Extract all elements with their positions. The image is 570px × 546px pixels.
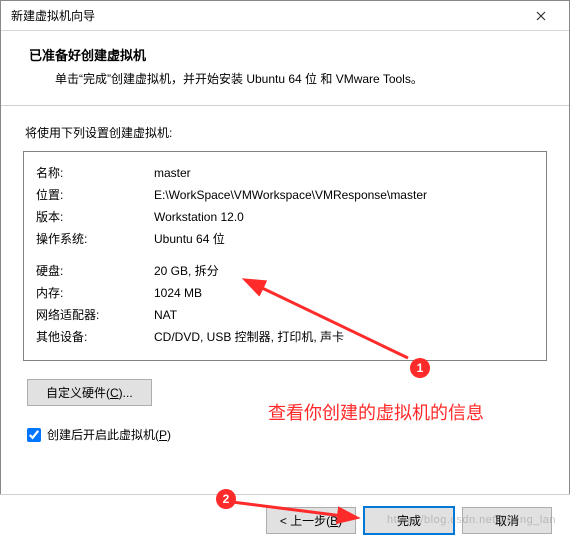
back-button[interactable]: < 上一步(B) (266, 507, 356, 534)
prop-value: CD/DVD, USB 控制器, 打印机, 声卡 (154, 326, 534, 348)
wizard-subheading: 单击“完成”创建虚拟机，并开始安装 Ubuntu 64 位 和 VMware T… (29, 70, 549, 87)
prop-row-location: 位置: E:\WorkSpace\VMWorkspace\VMResponse\… (36, 184, 534, 206)
customize-hardware-button[interactable]: 自定义硬件(C)... (27, 379, 152, 406)
prop-label: 位置: (36, 184, 154, 206)
power-on-label[interactable]: 创建后开启此虚拟机(P) (47, 426, 171, 443)
prop-value: master (154, 162, 534, 184)
prop-value: NAT (154, 304, 534, 326)
power-on-checkbox[interactable] (27, 428, 41, 442)
prop-row-nic: 网络适配器: NAT (36, 304, 534, 326)
wizard-body: 将使用下列设置创建虚拟机: 名称: master 位置: E:\WorkSpac… (1, 106, 569, 453)
prop-row-other: 其他设备: CD/DVD, USB 控制器, 打印机, 声卡 (36, 326, 534, 348)
prop-label: 硬盘: (36, 260, 154, 282)
prop-row-disk: 硬盘: 20 GB, 拆分 (36, 260, 534, 282)
close-icon (536, 11, 546, 21)
prop-value: 1024 MB (154, 282, 534, 304)
prop-label: 名称: (36, 162, 154, 184)
prop-row-name: 名称: master (36, 162, 534, 184)
prop-label: 其他设备: (36, 326, 154, 348)
prop-label: 操作系统: (36, 228, 154, 250)
prop-value: 20 GB, 拆分 (154, 260, 534, 282)
titlebar: 新建虚拟机向导 (1, 1, 569, 31)
prop-value: E:\WorkSpace\VMWorkspace\VMResponse\mast… (154, 184, 534, 206)
prop-value: Workstation 12.0 (154, 206, 534, 228)
finish-button[interactable]: 完成 (364, 507, 454, 534)
prop-label: 内存: (36, 282, 154, 304)
intro-text: 将使用下列设置创建虚拟机: (25, 124, 547, 141)
prop-label: 版本: (36, 206, 154, 228)
settings-summary-box: 名称: master 位置: E:\WorkSpace\VMWorkspace\… (23, 151, 547, 361)
wizard-heading: 已准备好创建虚拟机 (29, 45, 549, 64)
window-title: 新建虚拟机向导 (11, 7, 95, 24)
wizard-footer: < 上一步(B) 完成 取消 (0, 494, 570, 546)
close-button[interactable] (521, 2, 561, 30)
wizard-header: 已准备好创建虚拟机 单击“完成”创建虚拟机，并开始安装 Ubuntu 64 位 … (1, 31, 569, 105)
prop-value: Ubuntu 64 位 (154, 228, 534, 250)
prop-row-version: 版本: Workstation 12.0 (36, 206, 534, 228)
prop-label: 网络适配器: (36, 304, 154, 326)
cancel-button[interactable]: 取消 (462, 507, 552, 534)
power-on-checkbox-row[interactable]: 创建后开启此虚拟机(P) (27, 426, 547, 443)
prop-row-os: 操作系统: Ubuntu 64 位 (36, 228, 534, 250)
prop-row-memory: 内存: 1024 MB (36, 282, 534, 304)
